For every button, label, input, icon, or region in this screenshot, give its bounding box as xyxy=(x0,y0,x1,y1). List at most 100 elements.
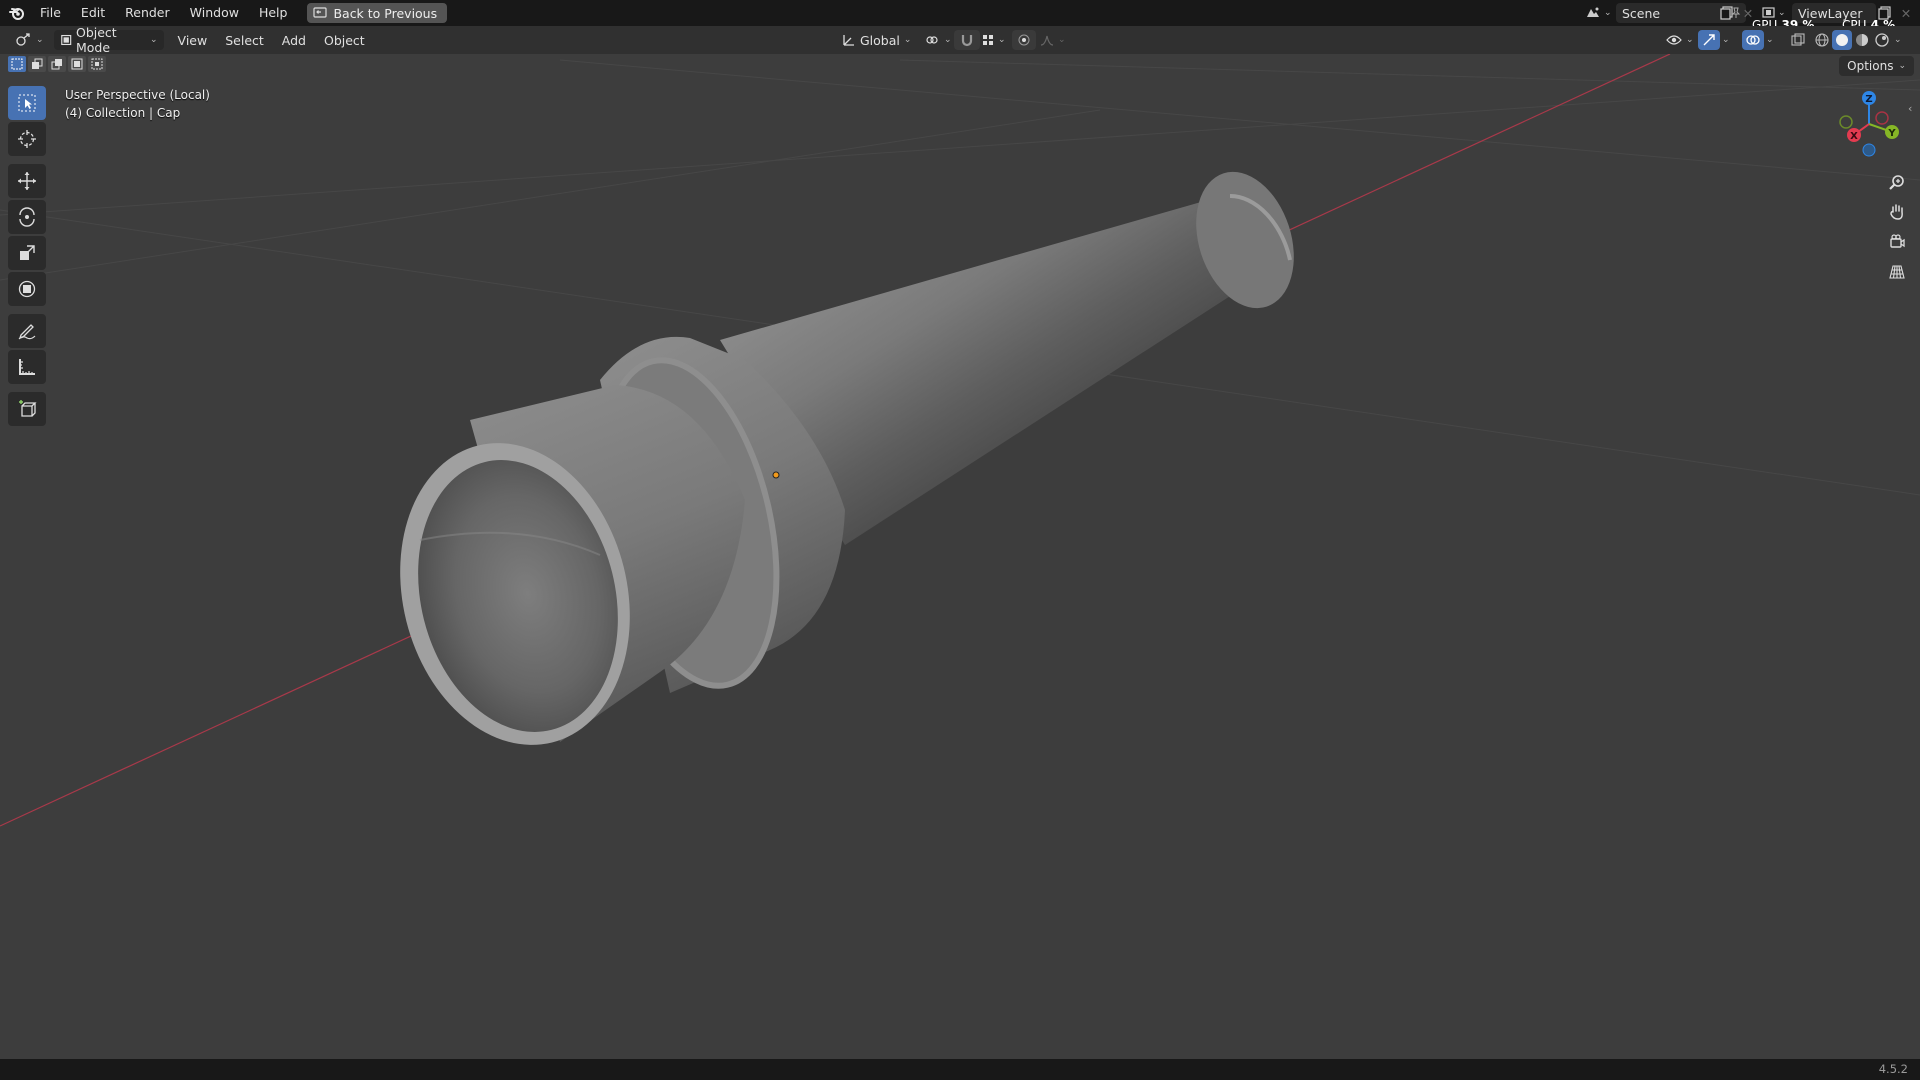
chevron-down-icon: ⌄ xyxy=(1778,8,1786,18)
back-to-previous-label: Back to Previous xyxy=(333,5,438,21)
mode-dropdown[interactable]: Object Mode ⌄ xyxy=(53,25,164,55)
viewport-info-overlay: User Perspective (Local) (4) Collection … xyxy=(65,86,210,122)
select-extend-button[interactable] xyxy=(28,56,46,72)
menu-help[interactable]: Help xyxy=(249,0,298,26)
shading-wireframe-button[interactable] xyxy=(1812,30,1832,50)
shading-dropdown[interactable]: ⌄ xyxy=(1892,30,1904,50)
new-scene-button[interactable] xyxy=(1716,3,1738,23)
scale-tool[interactable] xyxy=(8,236,46,270)
menu-view[interactable]: View xyxy=(172,30,214,50)
pencil-icon xyxy=(18,324,36,340)
transform-icon xyxy=(18,280,36,298)
3d-viewport-icon xyxy=(16,33,30,46)
proportional-falloff-dropdown[interactable]: ⌄ xyxy=(1034,30,1072,50)
measure-tool[interactable] xyxy=(8,350,46,384)
transform-orientation-dropdown[interactable]: Global ⌄ xyxy=(836,30,917,50)
back-to-previous-button[interactable]: Back to Previous xyxy=(307,3,448,23)
3d-viewport[interactable]: User Perspective (Local) (4) Collection … xyxy=(0,54,1920,1059)
orientation-icon xyxy=(843,35,854,46)
camera-view-button[interactable] xyxy=(1882,228,1912,256)
orientation-label: Global xyxy=(860,32,900,48)
neg-z-handle xyxy=(1862,143,1876,157)
select-subtract-icon xyxy=(51,59,62,70)
overlays-dropdown[interactable]: ⌄ xyxy=(1764,30,1776,50)
object-origin xyxy=(772,471,780,479)
chevron-down-icon: ⌄ xyxy=(944,35,952,45)
add-cube-tool[interactable] xyxy=(8,392,46,426)
select-intersect-button[interactable] xyxy=(88,56,106,72)
overlays-toggle[interactable] xyxy=(1742,30,1764,50)
menu-edit[interactable]: Edit xyxy=(71,0,115,26)
annotate-tool[interactable] xyxy=(8,314,46,348)
proportional-edit-icon xyxy=(1018,34,1030,46)
selection-mode-group xyxy=(8,56,106,72)
material-sphere-icon xyxy=(1856,34,1868,46)
chevron-down-icon: ⌄ xyxy=(998,35,1006,45)
menu-render[interactable]: Render xyxy=(115,0,180,26)
collection-info: (4) Collection | Cap xyxy=(65,106,181,120)
gizmo-dropdown[interactable]: ⌄ xyxy=(1720,30,1732,50)
wireframe-sphere-icon xyxy=(1815,33,1829,47)
xray-toggle[interactable] xyxy=(1788,30,1808,50)
version-label: 4.5.2 xyxy=(1878,1062,1908,1076)
move-arrows-icon xyxy=(18,172,36,190)
blender-logo-icon[interactable] xyxy=(4,0,30,26)
tool-shelf xyxy=(8,86,48,426)
menu-file[interactable]: File xyxy=(30,0,71,26)
hand-icon xyxy=(1890,204,1903,220)
overlays-icon xyxy=(1746,35,1760,45)
select-subtract-button[interactable] xyxy=(48,56,66,72)
snap-grid-icon xyxy=(983,35,993,45)
camera-icon xyxy=(1890,234,1905,248)
menu-select[interactable]: Select xyxy=(219,30,270,50)
3d-scene-canvas[interactable] xyxy=(0,54,1920,1059)
snap-target-dropdown[interactable]: ⌄ xyxy=(976,30,1012,50)
zoom-button[interactable] xyxy=(1882,168,1912,196)
editor-type-dropdown[interactable]: ⌄ xyxy=(8,30,50,50)
select-new-button[interactable] xyxy=(8,56,26,72)
chevron-down-icon: ⌄ xyxy=(36,35,44,45)
rotate-tool[interactable] xyxy=(8,200,46,234)
close-icon: ✕ xyxy=(1900,5,1912,21)
pan-button[interactable] xyxy=(1882,198,1912,226)
scene-icon xyxy=(1587,7,1599,17)
gizmo-toggle[interactable] xyxy=(1698,30,1720,50)
rendered-sphere-icon xyxy=(1875,33,1889,47)
viewport-header: ⌄ Object Mode ⌄ View Select Add Object G… xyxy=(0,25,1920,55)
ruler-icon xyxy=(19,359,35,375)
menu-window[interactable]: Window xyxy=(180,0,249,26)
pivot-point-dropdown[interactable]: ⌄ xyxy=(918,30,958,50)
solid-sphere-icon xyxy=(1836,34,1848,46)
navigation-gizmo[interactable]: Z Y X xyxy=(1836,88,1916,168)
transform-tool[interactable] xyxy=(8,272,46,306)
x-label: X xyxy=(1850,131,1858,142)
select-intersect-icon xyxy=(91,58,103,70)
menu-add[interactable]: Add xyxy=(276,30,312,50)
neg-x-handle xyxy=(1875,111,1889,125)
gizmo-icon xyxy=(1703,34,1715,46)
view-name: User Perspective (Local) xyxy=(65,88,210,102)
shading-rendered-button[interactable] xyxy=(1872,30,1892,50)
move-tool[interactable] xyxy=(8,164,46,198)
add-cube-icon xyxy=(19,400,37,417)
options-dropdown[interactable]: Options ⌄ xyxy=(1839,56,1914,76)
y-label: Y xyxy=(1887,128,1896,139)
shading-solid-button[interactable] xyxy=(1832,30,1852,50)
shading-material-button[interactable] xyxy=(1852,30,1872,50)
delete-view-layer-button[interactable]: ✕ xyxy=(1898,3,1914,23)
xray-icon xyxy=(1791,33,1805,46)
chevron-down-icon: ⌄ xyxy=(1604,8,1612,18)
perspective-toggle-button[interactable] xyxy=(1882,258,1912,286)
grid-perspective-icon xyxy=(1889,265,1905,279)
chevron-down-icon: ⌄ xyxy=(1766,35,1774,45)
cursor-tool[interactable] xyxy=(8,122,46,156)
z-label: Z xyxy=(1865,94,1872,105)
scene-name: Scene xyxy=(1622,5,1661,21)
chevron-down-icon: ⌄ xyxy=(150,35,158,45)
visibility-dropdown[interactable]: ⌄ xyxy=(1660,30,1700,50)
proportional-editing-toggle[interactable] xyxy=(1012,30,1036,50)
menu-object[interactable]: Object xyxy=(318,30,371,50)
select-box-tool[interactable] xyxy=(8,86,46,120)
select-invert-button[interactable] xyxy=(68,56,86,72)
object-mode-icon xyxy=(60,34,71,46)
